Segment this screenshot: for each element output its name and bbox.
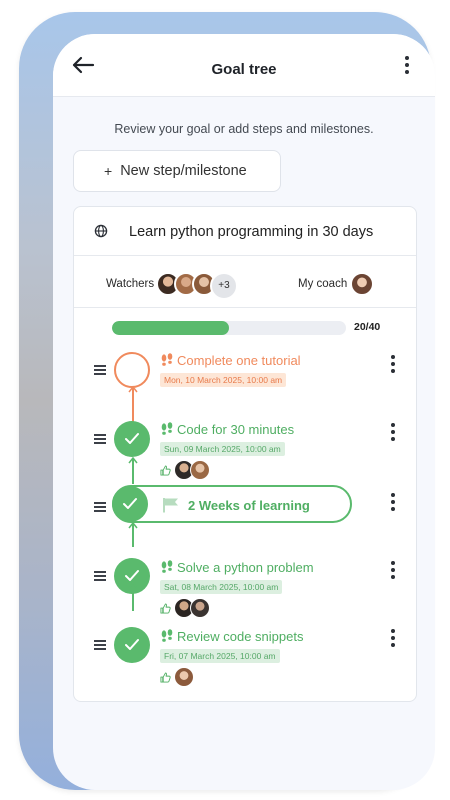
goal-card: Learn python programming in 30 days Watc… bbox=[73, 206, 417, 702]
step-status-circle[interactable] bbox=[114, 421, 150, 457]
page-subtitle: Review your goal or add steps and milest… bbox=[114, 122, 374, 136]
goal-header: Learn python programming in 30 days bbox=[74, 207, 416, 256]
thumbs-up-icon[interactable] bbox=[160, 603, 171, 614]
arrow-up-icon bbox=[128, 521, 138, 529]
drag-handle-icon[interactable] bbox=[94, 365, 106, 375]
drag-handle-icon[interactable] bbox=[94, 502, 106, 512]
footsteps-icon bbox=[161, 560, 173, 573]
step-title: Complete one tutorial bbox=[177, 353, 301, 368]
arrow-up-icon bbox=[128, 581, 138, 589]
footsteps-icon bbox=[161, 353, 173, 366]
goal-title: Learn python programming in 30 days bbox=[129, 224, 374, 240]
progress-bar bbox=[112, 321, 346, 335]
arrow-up-icon bbox=[128, 385, 138, 393]
step-more-icon[interactable] bbox=[390, 627, 396, 649]
step-more-icon[interactable] bbox=[390, 353, 396, 375]
arrow-up-icon bbox=[128, 456, 138, 464]
footsteps-icon bbox=[161, 422, 173, 435]
flag-icon bbox=[163, 498, 178, 513]
step-title: Review code snippets bbox=[177, 629, 304, 644]
step-title: Code for 30 minutes bbox=[177, 422, 295, 437]
checkmark-icon bbox=[125, 433, 139, 444]
phone-frame: Goal tree Review your goal or add steps … bbox=[19, 12, 435, 790]
liker-avatar[interactable] bbox=[174, 667, 194, 687]
thumbs-up-icon[interactable] bbox=[160, 672, 171, 683]
thumbs-up-icon[interactable] bbox=[160, 465, 171, 476]
step-status-circle[interactable] bbox=[114, 352, 150, 388]
step-date: Sat, 08 March 2025, 10:00 am bbox=[160, 580, 283, 594]
coach-avatar[interactable] bbox=[350, 272, 374, 296]
app-screen: Goal tree Review your goal or add steps … bbox=[53, 34, 435, 790]
liker-avatar[interactable] bbox=[190, 460, 210, 480]
page-title: Goal tree bbox=[211, 61, 277, 78]
step-more-icon[interactable] bbox=[390, 421, 396, 443]
new-step-milestone-button[interactable]: + New step/milestone bbox=[73, 150, 281, 192]
goal-people-row: Watchers +3 My coach bbox=[74, 255, 416, 308]
header-more-icon[interactable] bbox=[404, 54, 410, 76]
step-title: Solve a python problem bbox=[177, 560, 314, 575]
step-date: Fri, 07 March 2025, 10:00 am bbox=[160, 649, 280, 663]
step-date: Mon, 10 March 2025, 10:00 am bbox=[160, 373, 287, 387]
plus-icon: + bbox=[104, 163, 113, 179]
liker-avatar[interactable] bbox=[190, 598, 210, 618]
drag-handle-icon[interactable] bbox=[94, 640, 106, 650]
milestone-more-icon[interactable] bbox=[390, 491, 396, 513]
step-more-icon[interactable] bbox=[390, 559, 396, 581]
footsteps-icon bbox=[161, 629, 173, 642]
milestone-pill[interactable]: 2 Weeks of learning bbox=[112, 485, 352, 523]
globe-icon bbox=[94, 224, 108, 238]
drag-handle-icon[interactable] bbox=[94, 434, 106, 444]
step-date: Sun, 09 March 2025, 10:00 am bbox=[160, 442, 285, 456]
new-step-milestone-label: New step/milestone bbox=[120, 163, 247, 179]
watchers-label: Watchers bbox=[106, 278, 155, 290]
checkmark-icon bbox=[125, 639, 139, 650]
checkmark-icon bbox=[123, 498, 137, 509]
milestone-title: 2 Weeks of learning bbox=[188, 498, 310, 513]
step-status-circle[interactable] bbox=[114, 627, 150, 663]
connector-line bbox=[132, 388, 134, 422]
progress-bar-fill bbox=[112, 321, 229, 335]
milestone-status-circle[interactable] bbox=[112, 486, 148, 522]
top-app-bar: Goal tree bbox=[53, 34, 435, 97]
watchers-more-badge[interactable]: +3 bbox=[210, 272, 238, 300]
coach-label: My coach bbox=[298, 278, 348, 290]
drag-handle-icon[interactable] bbox=[94, 571, 106, 581]
progress-text: 20/40 bbox=[354, 321, 381, 333]
